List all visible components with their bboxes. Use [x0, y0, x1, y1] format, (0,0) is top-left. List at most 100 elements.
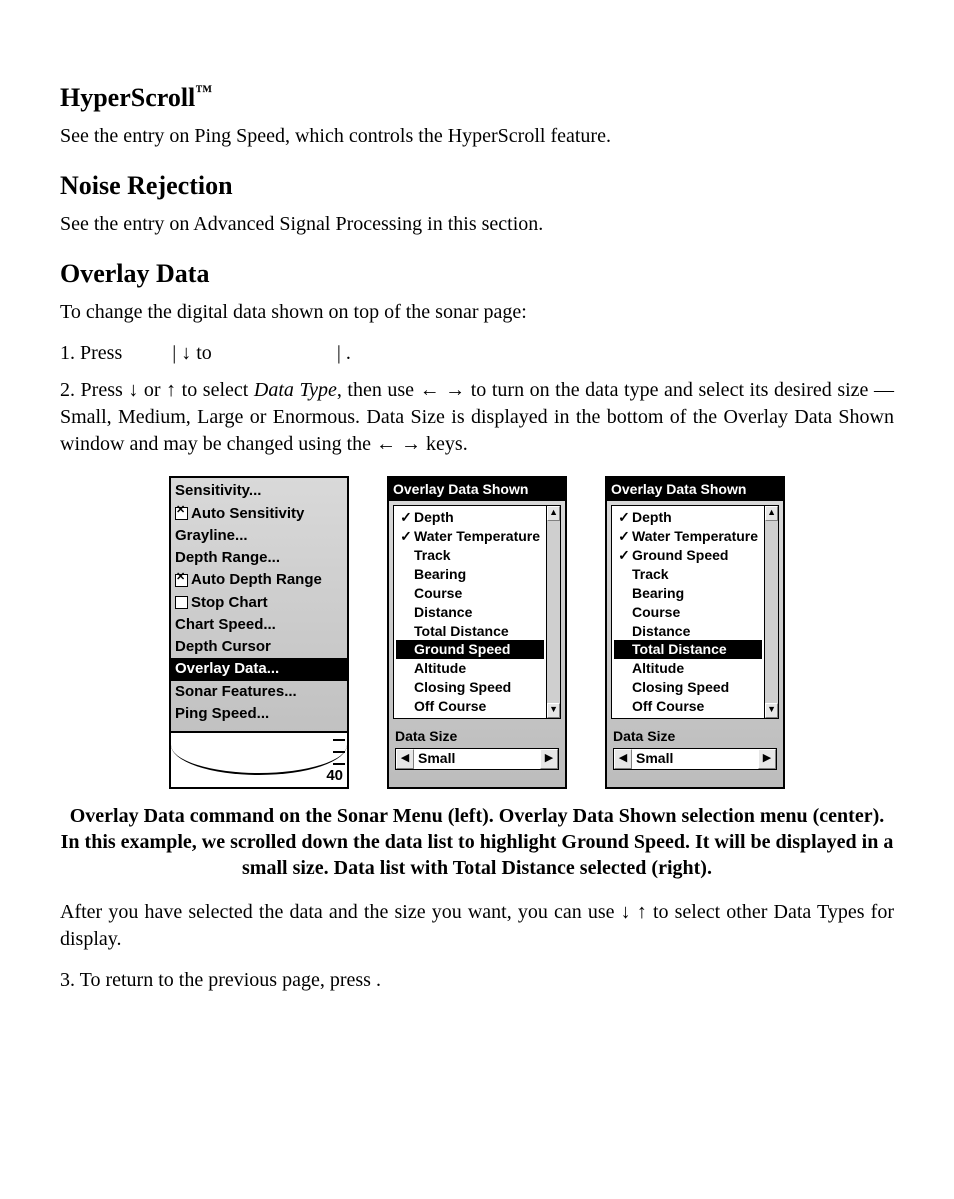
- after-paragraph: After you have selected the data and the…: [60, 899, 894, 953]
- check-icon: ✓: [400, 527, 412, 546]
- data-size-selector[interactable]: ◀ Small ▶: [395, 748, 559, 770]
- list-item-label: Distance: [632, 622, 690, 641]
- data-size-label: Data Size: [389, 723, 565, 746]
- list-item-label: Closing Speed: [414, 678, 511, 697]
- scroll-down-button[interactable]: ▼: [547, 703, 560, 718]
- heading-overlay-data: Overlay Data: [60, 256, 894, 291]
- overlay-right-title: Overlay Data Shown: [607, 478, 783, 501]
- step1-e: .: [346, 342, 351, 364]
- data-size-selector[interactable]: ◀ Small ▶: [613, 748, 777, 770]
- overlay-center-items: ✓Depth✓Water TemperatureTrackBearingCour…: [394, 506, 546, 718]
- sonar-menu-item[interactable]: Sonar Features...: [175, 681, 343, 703]
- list-item-label: Off Course: [414, 697, 486, 716]
- menu-item-label: Ping Speed...: [175, 704, 269, 724]
- step-3: 3. To return to the previous page, press…: [60, 967, 894, 994]
- step1-c: ↓ to: [181, 342, 217, 364]
- overlay-center-title: Overlay Data Shown: [389, 478, 565, 501]
- list-item-label: Ground Speed: [632, 546, 728, 565]
- list-item[interactable]: Closing Speed: [396, 678, 544, 697]
- overlay-right-listbox[interactable]: ✓Depth✓Water Temperature✓Ground SpeedTra…: [611, 505, 779, 719]
- scroll-down-button[interactable]: ▼: [765, 703, 778, 718]
- sonar-depth-number: 40: [326, 766, 343, 786]
- list-item[interactable]: Altitude: [614, 659, 762, 678]
- sonar-menu-item[interactable]: Stop Chart: [175, 592, 343, 614]
- step2-datatype: Data Type: [254, 379, 337, 401]
- size-left-button[interactable]: ◀: [614, 749, 632, 769]
- menu-item-label: Depth Range...: [175, 548, 280, 568]
- list-item[interactable]: Total Distance: [614, 640, 762, 659]
- size-left-button[interactable]: ◀: [396, 749, 414, 769]
- list-item[interactable]: ✓Depth: [614, 508, 762, 527]
- list-item-label: Course: [414, 584, 462, 603]
- checkbox-icon[interactable]: [175, 574, 188, 587]
- sonar-menu-panel: Sensitivity...Auto SensitivityGrayline..…: [169, 476, 349, 789]
- size-right-button[interactable]: ▶: [540, 749, 558, 769]
- step-1: 1. Press | ↓ to | .: [60, 340, 894, 367]
- check-icon: ✓: [618, 527, 630, 546]
- list-item[interactable]: ✓Water Temperature: [614, 527, 762, 546]
- sonar-menu-item[interactable]: Auto Depth Range: [175, 569, 343, 591]
- sonar-tick: [333, 739, 345, 741]
- list-item-label: Depth: [632, 508, 672, 527]
- list-item[interactable]: ✓Ground Speed: [614, 546, 762, 565]
- size-value: Small: [632, 749, 758, 769]
- step-2: 2. Press ↓ or ↑ to select Data Type, the…: [60, 377, 894, 458]
- figure-caption: Overlay Data command on the Sonar Menu (…: [60, 803, 894, 881]
- heading-hyperscroll-text: HyperScroll: [60, 83, 195, 112]
- menu-item-label: Sonar Features...: [175, 682, 297, 702]
- list-item-label: Water Temperature: [414, 527, 540, 546]
- sonar-menu-item[interactable]: Grayline...: [175, 525, 343, 547]
- list-item[interactable]: ✓Water Temperature: [396, 527, 544, 546]
- sonar-menu-item[interactable]: Depth Cursor: [175, 636, 343, 658]
- list-item[interactable]: Course: [614, 603, 762, 622]
- list-item[interactable]: Distance: [614, 622, 762, 641]
- sonar-menu-item[interactable]: Sensitivity...: [175, 480, 343, 502]
- list-item[interactable]: Course: [396, 584, 544, 603]
- scrollbar[interactable]: ▲ ▼: [546, 506, 560, 718]
- list-item[interactable]: Distance: [396, 603, 544, 622]
- sonar-menu-item[interactable]: Overlay Data...: [171, 658, 347, 680]
- list-item[interactable]: Off Course: [614, 697, 762, 716]
- scroll-up-button[interactable]: ▲: [547, 506, 560, 521]
- size-right-button[interactable]: ▶: [758, 749, 776, 769]
- sonar-tick: [333, 751, 345, 753]
- list-item-label: Closing Speed: [632, 678, 729, 697]
- heading-noise-rejection: Noise Rejection: [60, 168, 894, 203]
- noise-body: See the entry on Advanced Signal Process…: [60, 211, 894, 238]
- list-item-label: Altitude: [632, 659, 684, 678]
- scroll-up-button[interactable]: ▲: [765, 506, 778, 521]
- scrollbar[interactable]: ▲ ▼: [764, 506, 778, 718]
- list-item[interactable]: Track: [396, 546, 544, 565]
- sonar-preview: 40: [171, 731, 347, 787]
- list-item[interactable]: ✓Depth: [396, 508, 544, 527]
- list-item[interactable]: Bearing: [396, 565, 544, 584]
- overlay-center-listbox[interactable]: ✓Depth✓Water TemperatureTrackBearingCour…: [393, 505, 561, 719]
- sonar-menu-item[interactable]: Depth Range...: [175, 547, 343, 569]
- list-item[interactable]: Total Distance: [396, 622, 544, 641]
- sonar-menu-item[interactable]: Chart Speed...: [175, 614, 343, 636]
- sonar-menu-item[interactable]: Ping Speed...: [175, 703, 343, 725]
- checkbox-icon[interactable]: [175, 596, 188, 609]
- list-item[interactable]: Track: [614, 565, 762, 584]
- list-item[interactable]: Off Course: [396, 697, 544, 716]
- list-item-label: Altitude: [414, 659, 466, 678]
- list-item-label: Distance: [414, 603, 472, 622]
- step1-sep1: |: [172, 342, 176, 364]
- list-item[interactable]: Closing Speed: [614, 678, 762, 697]
- menu-item-label: Chart Speed...: [175, 615, 276, 635]
- list-item-label: Bearing: [414, 565, 466, 584]
- overlay-panel-right: Overlay Data Shown ✓Depth✓Water Temperat…: [605, 476, 785, 789]
- list-item[interactable]: Altitude: [396, 659, 544, 678]
- checkbox-icon[interactable]: [175, 507, 188, 520]
- sonar-menu-item[interactable]: Auto Sensitivity: [175, 503, 343, 525]
- hyperscroll-body: See the entry on Ping Speed, which contr…: [60, 123, 894, 150]
- menu-item-label: Auto Depth Range: [191, 570, 322, 590]
- check-icon: ✓: [618, 508, 630, 527]
- list-item[interactable]: Bearing: [614, 584, 762, 603]
- menu-item-label: Stop Chart: [191, 593, 268, 613]
- list-item-label: Course: [632, 603, 680, 622]
- list-item[interactable]: Ground Speed: [396, 640, 544, 659]
- size-value: Small: [414, 749, 540, 769]
- overlay-intro: To change the digital data shown on top …: [60, 299, 894, 326]
- list-item-label: Water Temperature: [632, 527, 758, 546]
